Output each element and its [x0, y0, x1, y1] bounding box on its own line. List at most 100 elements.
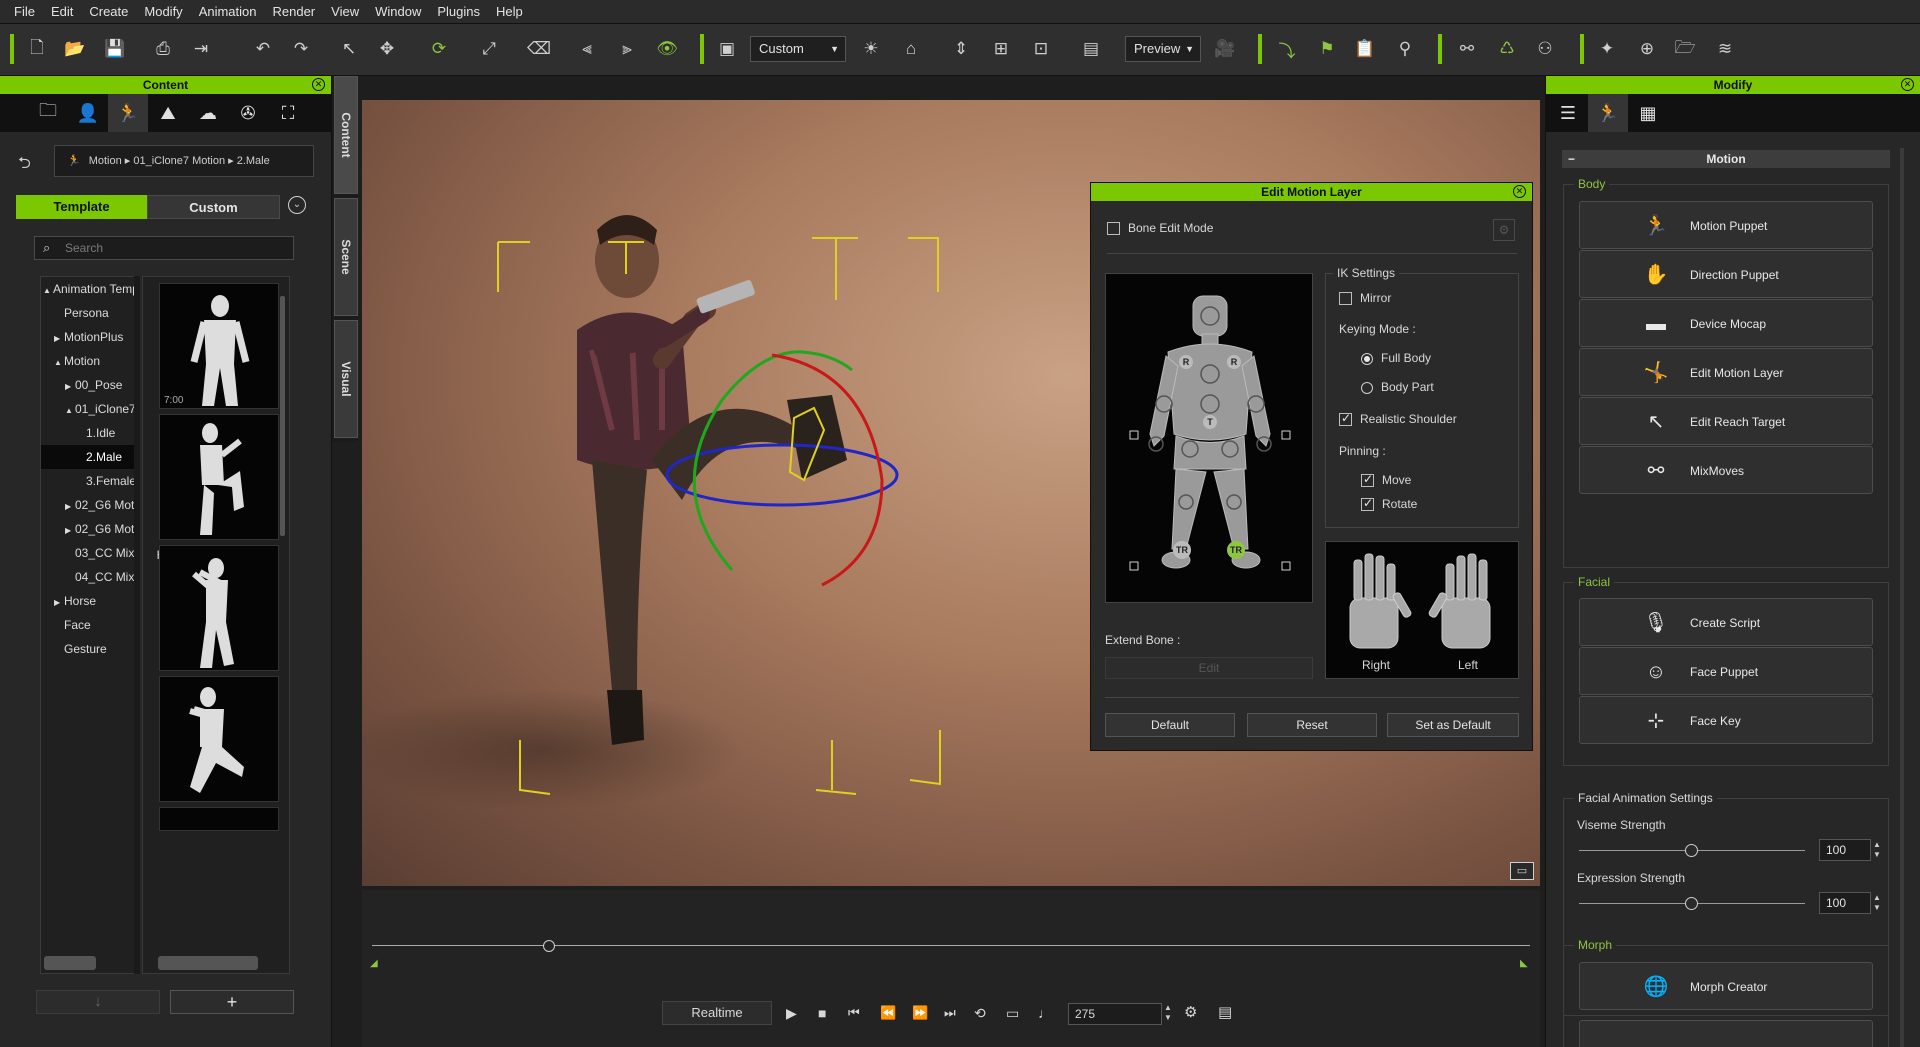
timeline-playhead[interactable] [543, 940, 556, 952]
motion-path-icon[interactable]: ⤵ [1274, 36, 1300, 62]
open-file-icon[interactable]: 📂 [62, 36, 88, 62]
full-body-radio[interactable]: Full Body [1361, 351, 1431, 365]
hand-selector[interactable]: Right Left [1325, 541, 1519, 679]
tree-item[interactable]: 3.Female [41, 469, 139, 493]
menu-item-modify[interactable]: Modify [136, 0, 190, 24]
bone-icon[interactable]: ⚲ [1392, 36, 1418, 62]
comment-icon[interactable]: ▭ [1510, 862, 1534, 880]
tab-template[interactable]: Template [16, 195, 147, 219]
thumb-vertical-scrollbar[interactable] [280, 296, 285, 536]
close-icon[interactable]: ✕ [312, 78, 325, 91]
tree-arrow-icon[interactable]: ▶ [65, 519, 75, 543]
undo-icon[interactable]: ↶ [250, 36, 276, 62]
collapse-icon[interactable]: − [1568, 150, 1575, 168]
menu-item-help[interactable]: Help [488, 0, 531, 24]
checkbox-box[interactable] [1339, 292, 1352, 306]
tree-arrow-icon[interactable]: ▲ [65, 399, 75, 423]
menu-item-edit[interactable]: Edit [43, 0, 81, 24]
move-icon[interactable]: ✥ [374, 36, 400, 62]
props-tab-icon[interactable]: ⛶ [268, 94, 308, 132]
camera-view-icon[interactable]: ▣ [714, 36, 740, 62]
preview-select[interactable]: Preview ▼ [1125, 36, 1201, 62]
bone-edit-mode-checkbox[interactable]: Bone Edit Mode [1107, 221, 1213, 236]
tree-item[interactable]: Persona [41, 301, 139, 325]
tree-item[interactable]: 04_CC MixM [41, 565, 139, 589]
breadcrumb[interactable]: 🏃 Motion ▸ 01_iClone7 Motion ▸ 2.Male [54, 145, 314, 177]
lock-icon[interactable] [1129, 430, 1139, 440]
close-icon[interactable]: ✕ [1513, 185, 1526, 198]
realistic-shoulder-checkbox[interactable]: Realistic Shoulder [1339, 411, 1457, 427]
tree-arrow-icon[interactable]: ▶ [54, 327, 64, 351]
checkbox-box[interactable] [1339, 411, 1352, 427]
panel-scrollbar[interactable] [1900, 148, 1904, 1047]
gear-icon[interactable]: ⚙ [1493, 219, 1515, 241]
lock-icon[interactable] [1281, 561, 1291, 571]
edit-motion-layer-button[interactable]: 🤸 Edit Motion Layer [1579, 348, 1873, 396]
realtime-select[interactable]: Realtime [662, 1001, 772, 1025]
motion-thumbnail[interactable] [159, 807, 279, 831]
tree-item[interactable]: ▲ Animation Temp [41, 277, 139, 301]
animation-tab-icon[interactable]: 🏃 [108, 94, 148, 132]
lock-icon[interactable] [1281, 430, 1291, 440]
folder-tab-icon[interactable]: 🗀 [28, 94, 68, 132]
rotate-icon[interactable]: ⟳ [426, 36, 452, 62]
tab-custom[interactable]: Custom [147, 195, 280, 219]
frame-number-input[interactable]: 275 [1068, 1003, 1162, 1025]
device-mocap-button[interactable]: ▬ Device Mocap [1579, 299, 1873, 347]
motion-puppet-button[interactable]: 🏃 Motion Puppet [1579, 201, 1873, 249]
partial-button[interactable] [1579, 1020, 1873, 1047]
tree-item[interactable]: 03_CC MixM [41, 541, 139, 565]
tree-arrow-icon[interactable]: ▶ [65, 375, 75, 399]
export-icon[interactable]: ⇥ [188, 36, 214, 62]
add-button[interactable]: + [170, 990, 294, 1014]
tree-scrollbar[interactable] [44, 956, 96, 970]
align-icon[interactable]: ⫷ [574, 36, 600, 62]
menu-item-animation[interactable]: Animation [191, 0, 265, 24]
stage-tab-icon[interactable]: ⛰ [148, 94, 188, 132]
checkbox-box[interactable] [1361, 472, 1374, 488]
rotate-checkbox[interactable]: Rotate [1361, 496, 1417, 512]
lock-icon[interactable] [1129, 561, 1139, 571]
light-icon[interactable]: ☀ [858, 36, 884, 62]
zoom-extent-icon[interactable]: ⇕ [948, 36, 974, 62]
range-start-marker[interactable]: ◢ [370, 958, 378, 969]
chevron-down-icon[interactable]: ⌄ [288, 196, 306, 214]
scale-icon[interactable]: ⤢ [476, 36, 502, 62]
tab-visual-vertical[interactable]: Visual [334, 320, 358, 438]
tree-item[interactable]: Face [41, 613, 139, 637]
radio-dot[interactable] [1361, 381, 1373, 394]
stop-icon[interactable]: ■ [818, 1001, 826, 1025]
tree-item[interactable]: 1.Idle [41, 421, 139, 445]
tree-splitter[interactable] [134, 276, 140, 974]
expression-value-input[interactable]: 100 [1819, 892, 1871, 914]
expression-slider-knob[interactable] [1685, 897, 1698, 910]
tree-item[interactable]: ▲ 01_iClone7 [41, 397, 139, 421]
new-file-icon[interactable]: 🗋 [24, 36, 50, 62]
skip-to-end-icon[interactable]: ⏭ [944, 1001, 956, 1025]
face-key-button[interactable]: ⊹ Face Key [1579, 696, 1873, 744]
menu-item-view[interactable]: View [323, 0, 367, 24]
default-button[interactable]: Default [1105, 713, 1235, 737]
distribute-icon[interactable]: ⫸ [614, 36, 640, 62]
music-note-icon[interactable]: ♩ [1038, 1001, 1052, 1025]
morph-creator-button[interactable]: 🌐 Morph Creator [1579, 962, 1873, 1010]
render-mode-select[interactable]: Custom ▼ [750, 36, 846, 62]
face-puppet-button[interactable]: ☺ Face Puppet [1579, 647, 1873, 695]
tree-item[interactable]: ▶ 00_Pose [41, 373, 139, 397]
frame-selected-icon[interactable]: ⊞ [988, 36, 1014, 62]
body-part-radio[interactable]: Body Part [1361, 380, 1434, 394]
import-icon[interactable]: ⎙ [150, 36, 176, 62]
subtitle-icon[interactable]: ▭ [1006, 1001, 1019, 1025]
reset-button[interactable]: Reset [1247, 713, 1377, 737]
clipboard-icon[interactable]: 📋 [1352, 36, 1378, 62]
visibility-eye-icon[interactable]: 👁 [654, 36, 680, 62]
move-checkbox[interactable]: Move [1361, 472, 1411, 488]
home-icon[interactable]: ⌂ [898, 36, 924, 62]
close-icon[interactable]: ✕ [1901, 78, 1914, 91]
menu-item-window[interactable]: Window [367, 0, 429, 24]
timeline-settings-icon[interactable]: ⚙ [1184, 1001, 1197, 1025]
select-arrow-icon[interactable]: ↖ [336, 36, 362, 62]
mirror-checkbox[interactable]: Mirror [1339, 291, 1391, 306]
motion-section-header[interactable]: − Motion [1562, 150, 1890, 168]
motion-tab-icon[interactable]: 🏃 [1588, 94, 1628, 132]
